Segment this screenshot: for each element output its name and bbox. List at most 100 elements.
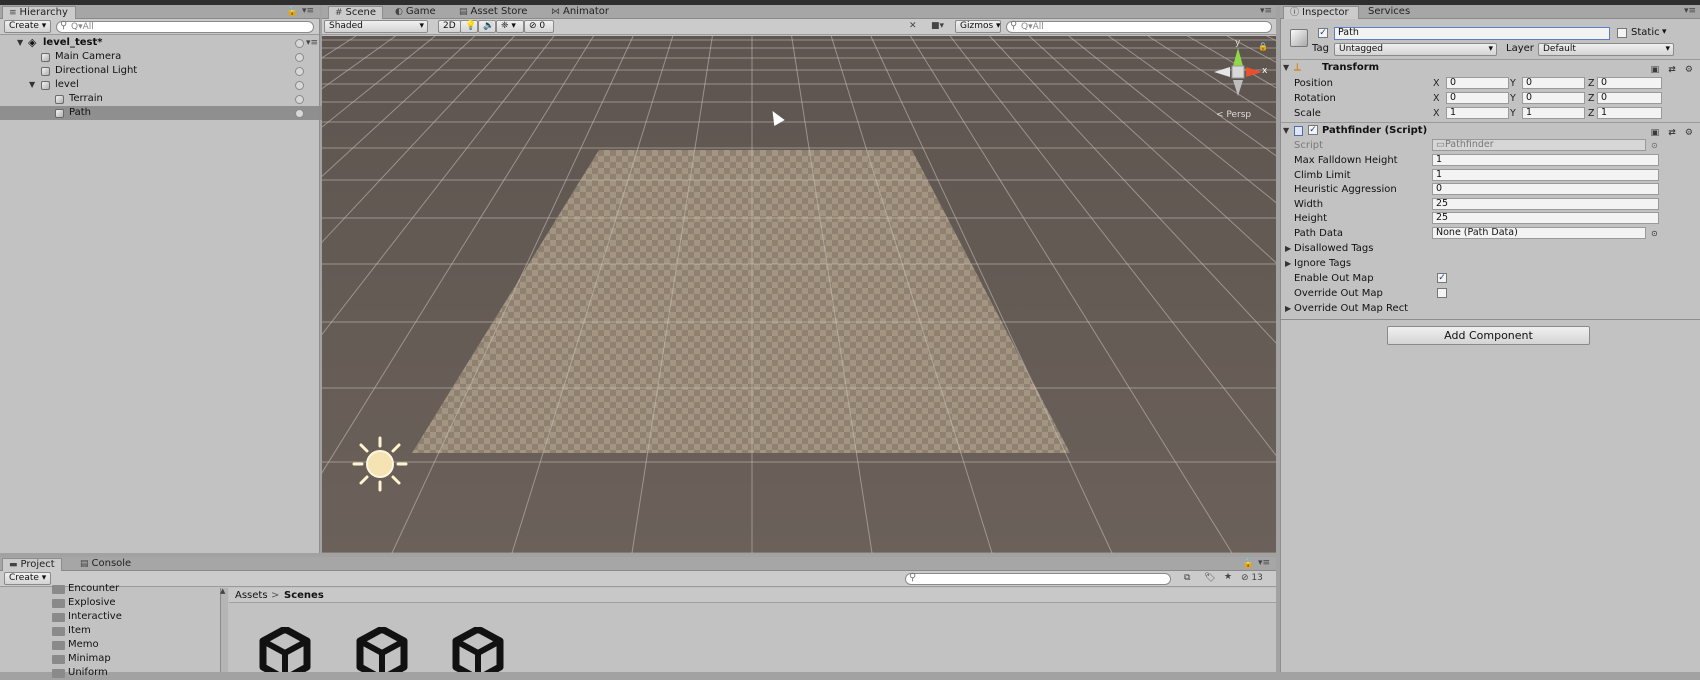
- gizmos-dropdown[interactable]: Gizmos ▾: [955, 20, 1001, 33]
- panel-menu-icon[interactable]: ▾≡: [1260, 6, 1272, 16]
- tab-animator[interactable]: ⋈ Animator: [545, 6, 615, 19]
- layer-dropdown[interactable]: Default ▾: [1538, 43, 1674, 56]
- lighting-toggle-button[interactable]: 💡: [460, 20, 478, 33]
- ignore-tags-row[interactable]: ▶ Ignore Tags: [1280, 256, 1700, 271]
- hierarchy-item[interactable]: Directional Light: [0, 64, 322, 78]
- lock-icon[interactable]: 🔒: [287, 7, 298, 17]
- favorite-star-icon[interactable]: ★: [1224, 572, 1232, 582]
- unity-scene-asset-icon[interactable]: [356, 627, 408, 672]
- hierarchy-item[interactable]: Path: [0, 106, 322, 120]
- orientation-gizmo[interactable]: y x < Persp: [1206, 38, 1270, 124]
- pathfinder-field-input[interactable]: 1: [1432, 168, 1659, 181]
- transform-x-field[interactable]: 0: [1446, 77, 1509, 89]
- transform-z-field[interactable]: 1: [1597, 107, 1662, 119]
- transform-y-field[interactable]: 0: [1522, 77, 1585, 89]
- hidden-objects-button[interactable]: ⊘ 0: [524, 20, 554, 33]
- active-checkbox[interactable]: ✓: [1318, 28, 1328, 38]
- object-picker-icon[interactable]: ⊙: [1651, 138, 1658, 153]
- pathfinder-field-input[interactable]: 25: [1432, 197, 1659, 210]
- breadcrumb-assets[interactable]: Assets: [235, 588, 268, 603]
- transform-y-field[interactable]: 0: [1522, 92, 1585, 104]
- tab-game[interactable]: ◐ Game: [389, 6, 442, 19]
- scene-render[interactable]: [322, 36, 1276, 553]
- scene-menu-icon[interactable]: ▾≡: [306, 36, 318, 50]
- unity-scene-asset-icon[interactable]: [259, 627, 311, 672]
- project-folder-item[interactable]: Minimap: [0, 652, 220, 666]
- tab-project[interactable]: ▬ Project: [2, 558, 62, 571]
- override-out-map-rect-row[interactable]: ▶ Override Out Map Rect: [1280, 301, 1700, 316]
- scroll-up-icon[interactable]: ▲: [220, 587, 225, 595]
- fold-arrow-icon[interactable]: ▼: [1283, 60, 1289, 76]
- expand-arrow-icon[interactable]: ▼: [29, 78, 35, 92]
- visibility-icon[interactable]: [295, 109, 304, 118]
- pathfinder-field-input[interactable]: 25: [1432, 212, 1659, 225]
- project-folder-item[interactable]: Memo: [0, 638, 220, 652]
- panel-menu-icon[interactable]: ▾≡: [1684, 6, 1696, 16]
- filter-by-label-icon[interactable]: 🏷: [1204, 573, 1215, 583]
- hierarchy-create-button[interactable]: Create ▾: [4, 20, 52, 33]
- effects-dropdown[interactable]: ❈ ▾: [496, 20, 524, 33]
- visibility-icon[interactable]: [295, 39, 304, 48]
- hierarchy-item[interactable]: Terrain: [0, 92, 322, 106]
- hidden-packages-icon[interactable]: ⊘ 13: [1241, 573, 1263, 583]
- project-scrollbar[interactable]: [220, 588, 228, 672]
- tab-scene[interactable]: # Scene: [328, 6, 384, 19]
- transform-y-field[interactable]: 1: [1522, 107, 1585, 119]
- tab-asset-store[interactable]: ▤ Asset Store: [453, 6, 533, 19]
- transform-x-field[interactable]: 1: [1446, 107, 1509, 119]
- disallowed-tags-row[interactable]: ▶ Disallowed Tags: [1280, 241, 1700, 256]
- object-picker-icon[interactable]: ⊙: [1651, 226, 1658, 241]
- hierarchy-scene-root[interactable]: ▼ ◈ level_test* ▾≡: [0, 36, 322, 50]
- visibility-icon[interactable]: [295, 53, 304, 62]
- hierarchy-search-input[interactable]: Q▾All: [56, 21, 314, 33]
- tab-services[interactable]: Services: [1362, 6, 1416, 19]
- hierarchy-item[interactable]: Main Camera: [0, 50, 322, 64]
- static-dropdown-icon[interactable]: ▾: [1662, 27, 1667, 37]
- fold-arrow-icon[interactable]: ▶: [1285, 241, 1291, 256]
- expand-arrow-icon[interactable]: ▼: [17, 36, 23, 50]
- enable-out-map-checkbox[interactable]: ✓: [1437, 273, 1447, 283]
- transform-x-field[interactable]: 0: [1446, 92, 1509, 104]
- shading-mode-dropdown[interactable]: Shaded ▾: [324, 20, 428, 33]
- static-checkbox[interactable]: [1617, 28, 1627, 38]
- visibility-icon[interactable]: [295, 67, 304, 76]
- tab-console[interactable]: ▤ Console: [74, 558, 137, 571]
- project-folder-item[interactable]: Encounter: [0, 582, 220, 596]
- visibility-icon[interactable]: [295, 81, 304, 90]
- tab-hierarchy[interactable]: ≡ Hierarchy: [2, 6, 76, 19]
- project-folder-item[interactable]: Interactive: [0, 610, 220, 624]
- transform-z-field[interactable]: 0: [1597, 77, 1662, 89]
- panel-menu-icon[interactable]: ▾≡: [302, 6, 314, 16]
- pathfinder-header[interactable]: ▼ ✓ Pathfinder (Script) ▣ ⇄ ⚙: [1280, 122, 1700, 138]
- pathfinder-field-input[interactable]: 1: [1432, 154, 1659, 166]
- fold-arrow-icon[interactable]: ▶: [1285, 301, 1291, 316]
- scene-viewport[interactable]: y x < Persp 🔒: [322, 36, 1276, 553]
- tag-dropdown[interactable]: Untagged ▾: [1334, 43, 1497, 56]
- audio-toggle-button[interactable]: 🔊: [478, 20, 496, 33]
- scene-search-input[interactable]: Q▾All: [1006, 21, 1272, 33]
- project-search-input[interactable]: [905, 573, 1171, 585]
- transform-header[interactable]: ▼ ⟂ Transform ▣ ⇄ ⚙: [1280, 59, 1700, 75]
- tools-icon[interactable]: ✕: [909, 21, 917, 31]
- pathfinder-enabled-checkbox[interactable]: ✓: [1308, 125, 1318, 135]
- object-name-field[interactable]: Path: [1334, 27, 1610, 40]
- tab-inspector[interactable]: ⓘ Inspector: [1283, 6, 1359, 19]
- 2d-toggle-button[interactable]: 2D: [438, 20, 461, 33]
- persp-label[interactable]: < Persp: [1216, 110, 1251, 120]
- project-folder-item[interactable]: Uniform: [0, 666, 220, 680]
- project-folder-item[interactable]: Explosive: [0, 596, 220, 610]
- filter-by-type-icon[interactable]: ⧉: [1184, 573, 1190, 583]
- transform-z-field[interactable]: 0: [1597, 92, 1662, 104]
- fold-arrow-icon[interactable]: ▼: [1283, 123, 1289, 139]
- fold-arrow-icon[interactable]: ▶: [1285, 256, 1291, 271]
- camera-icon[interactable]: ■▾: [931, 21, 944, 31]
- add-component-button[interactable]: Add Component: [1387, 326, 1590, 345]
- panel-menu-icon[interactable]: ▾≡: [1258, 558, 1270, 568]
- path-data-field[interactable]: None (Path Data): [1432, 227, 1646, 239]
- breadcrumb-scenes[interactable]: Scenes: [284, 588, 324, 603]
- visibility-icon[interactable]: [295, 95, 304, 104]
- lock-icon[interactable]: 🔒: [1243, 559, 1254, 569]
- unity-scene-asset-icon[interactable]: [452, 627, 504, 672]
- lock-icon[interactable]: 🔒: [1258, 42, 1268, 51]
- hierarchy-item[interactable]: ▼ level: [0, 78, 322, 92]
